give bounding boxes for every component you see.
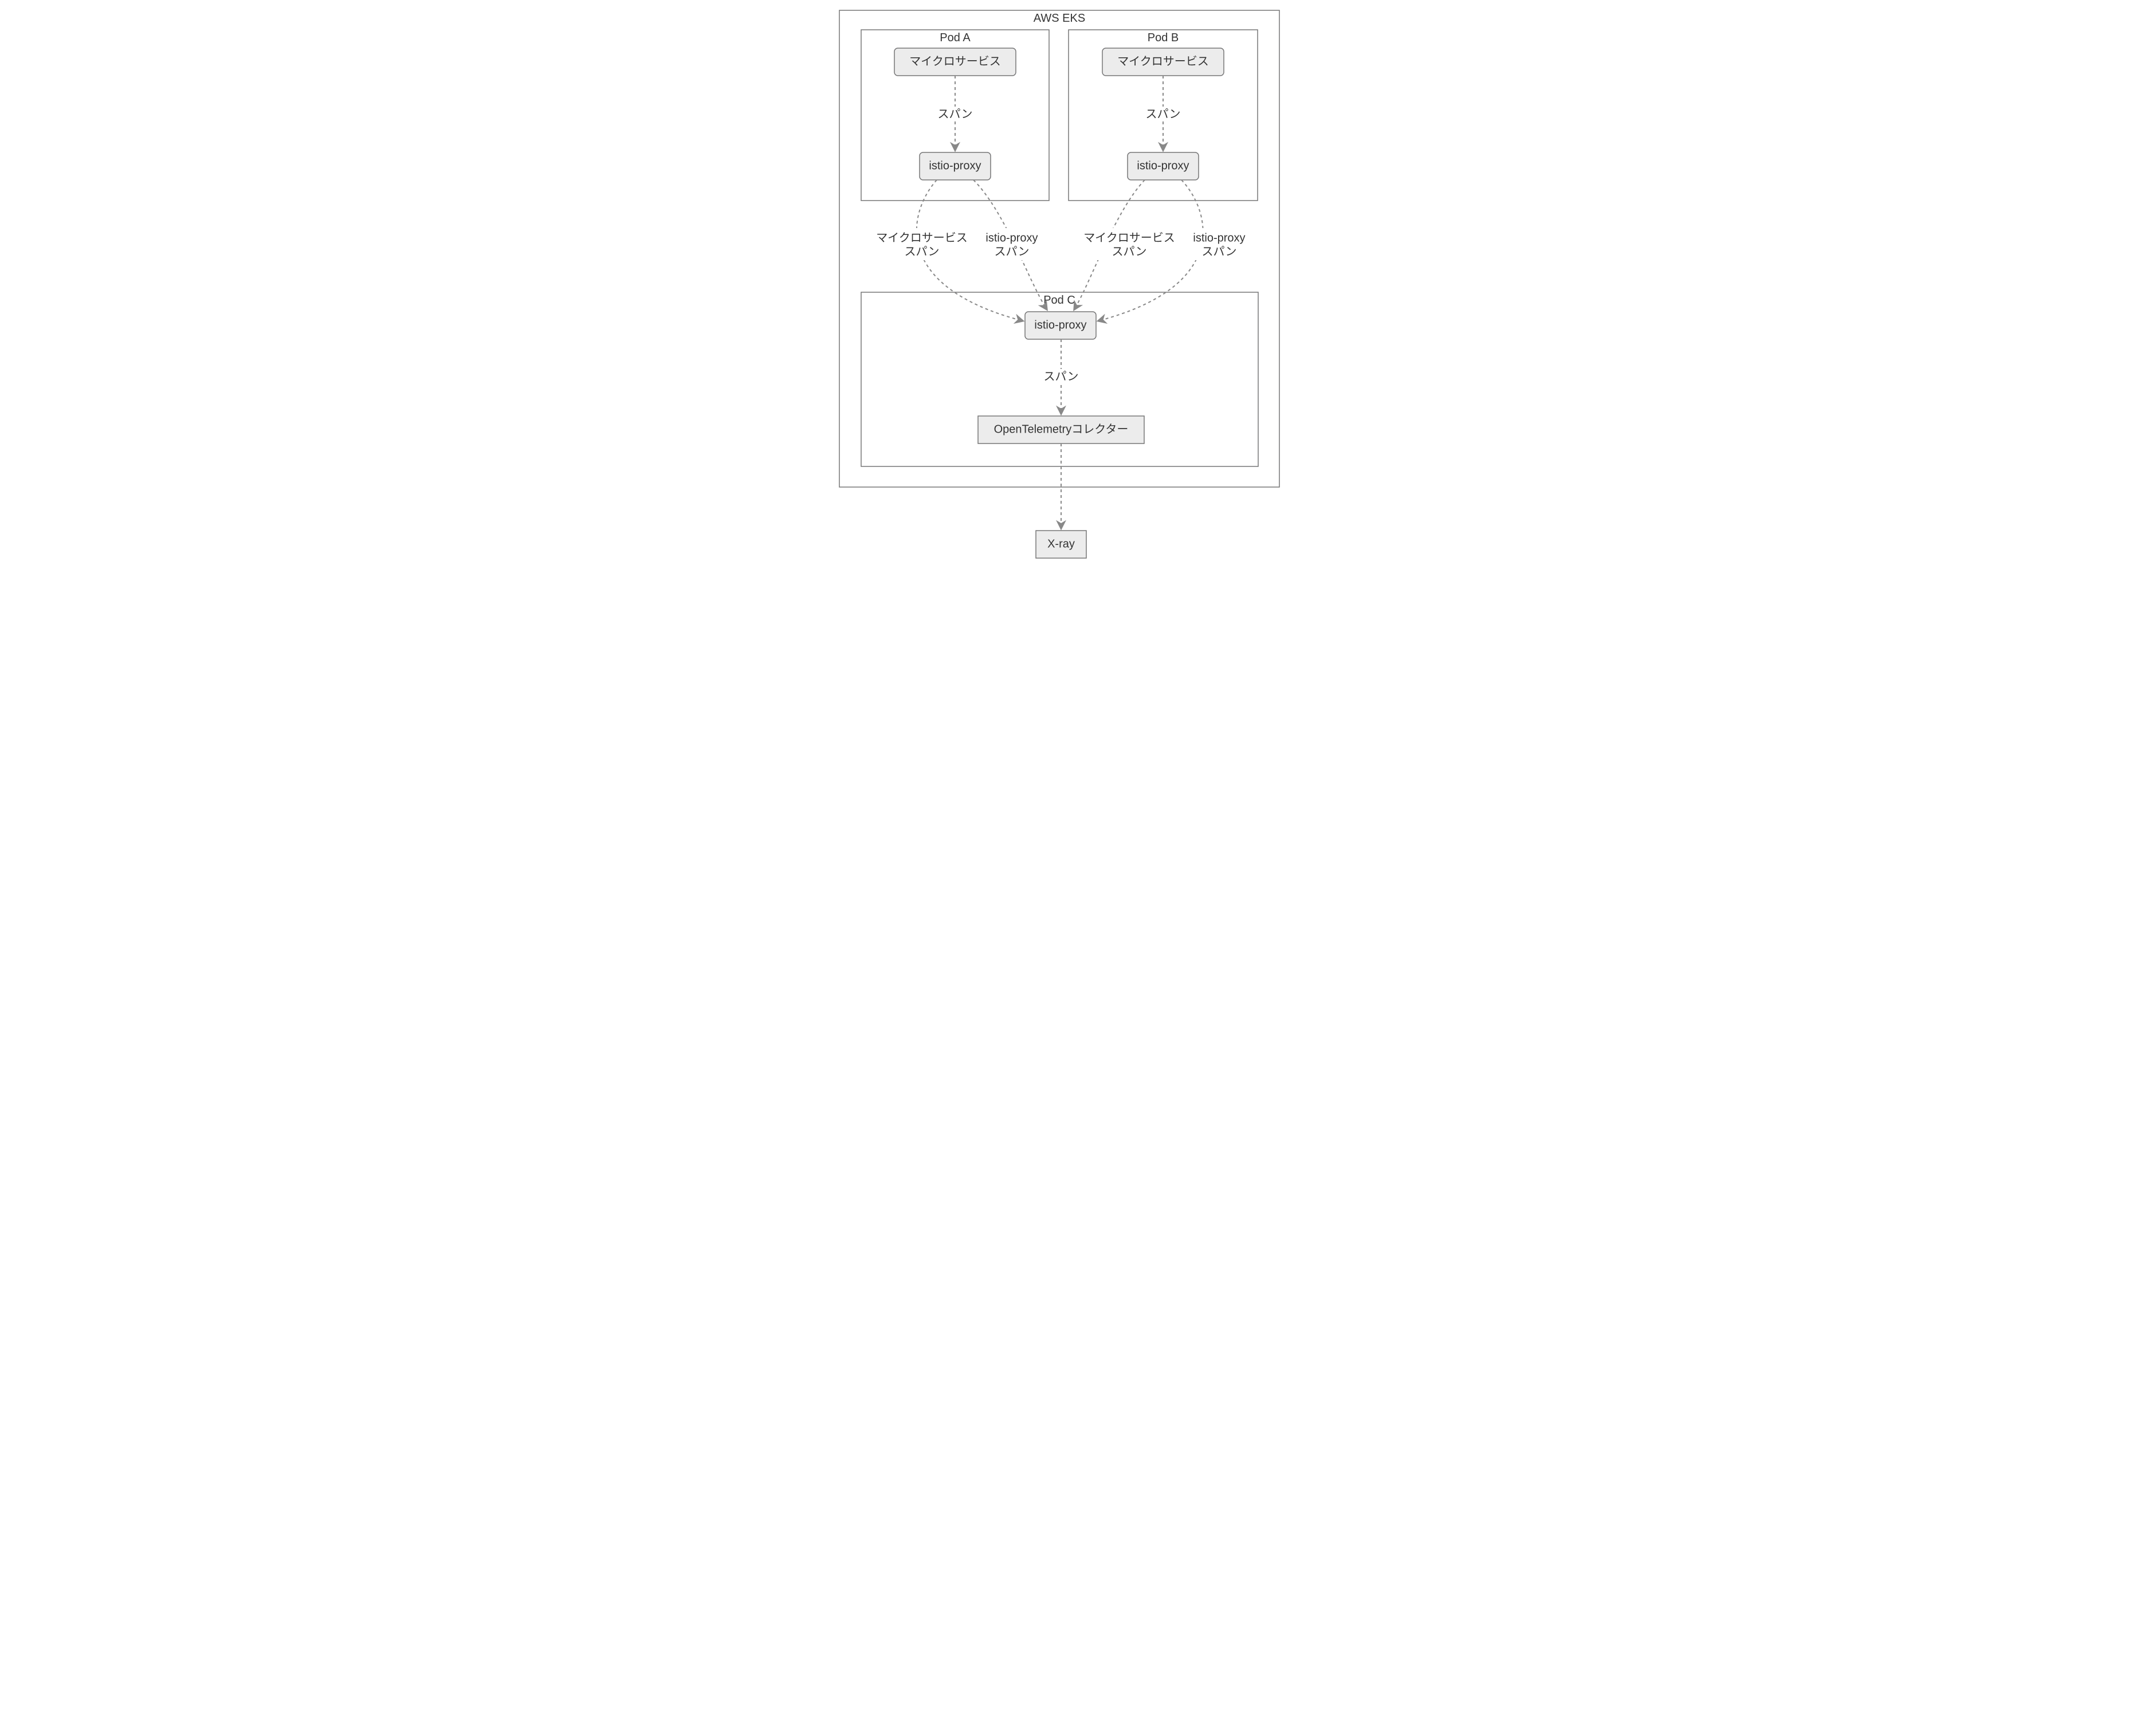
node-xray-label: X-ray xyxy=(1047,537,1075,550)
cluster-pod-b-title: Pod B xyxy=(1147,32,1178,44)
edge-a-proxy-to-c-proxy-ms-label-l2: スパン xyxy=(904,245,939,258)
edge-a-ms-to-a-proxy-label: スパン xyxy=(937,108,972,120)
edge-a-proxy-to-c-proxy-ms-label-l1: マイクロサービス xyxy=(876,231,968,244)
node-pod-c-istio-proxy-label: istio-proxy xyxy=(1034,319,1086,331)
edge-b-ms-to-b-proxy-label: スパン xyxy=(1145,108,1180,120)
edge-b-proxy-to-c-proxy-istio-label-l1: istio-proxy xyxy=(1193,231,1245,244)
node-pod-a-microservice-label: マイクロサービス xyxy=(909,54,1001,68)
edge-a-proxy-to-c-proxy-istio-label-l1: istio-proxy xyxy=(985,231,1038,244)
node-pod-b-istio-proxy-label: istio-proxy xyxy=(1137,159,1189,172)
node-opentelemetry-collector-label: OpenTelemetryコレクター xyxy=(993,422,1128,435)
cluster-pod-a-title: Pod A xyxy=(940,32,971,44)
cluster-pod-c-title: Pod C xyxy=(1043,294,1075,307)
edge-a-proxy-to-c-proxy-istio-label-l2: スパン xyxy=(994,245,1029,258)
diagram: AWS EKS Pod A Pod B Pod C マイクロサービス istio… xyxy=(719,0,1438,573)
node-pod-a-istio-proxy-label: istio-proxy xyxy=(929,159,981,172)
node-pod-b-microservice-label: マイクロサービス xyxy=(1117,54,1209,68)
edge-b-proxy-to-c-proxy-ms-label-l2: スパン xyxy=(1112,245,1146,258)
edge-c-proxy-to-collector-label: スパン xyxy=(1043,370,1078,383)
cluster-aws-eks-title: AWS EKS xyxy=(1033,12,1085,25)
edge-b-proxy-to-c-proxy-ms-label-l1: マイクロサービス xyxy=(1083,231,1175,244)
edge-b-proxy-to-c-proxy-istio-label-l2: スパン xyxy=(1201,245,1236,258)
